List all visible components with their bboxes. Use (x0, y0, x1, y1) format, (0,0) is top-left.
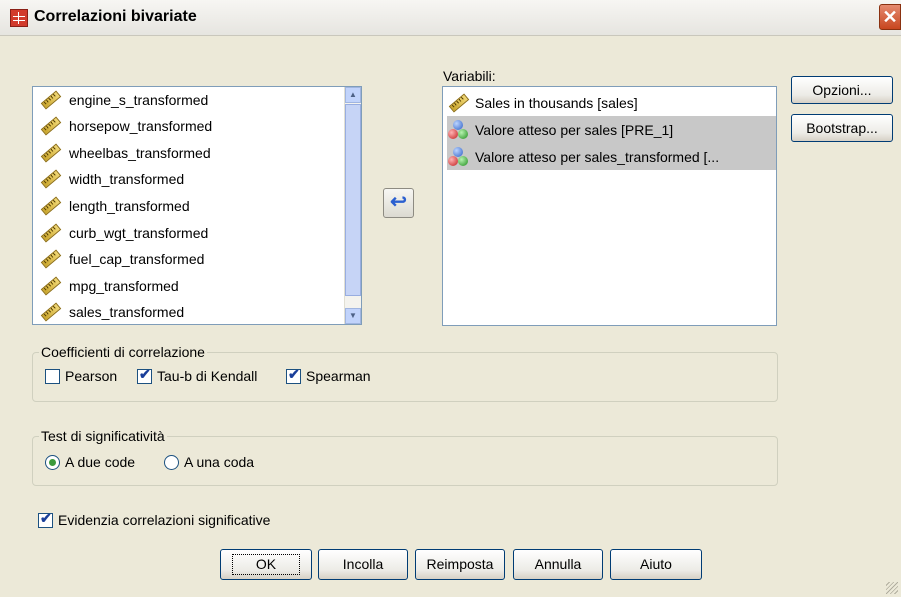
variables-list-item[interactable]: Sales in thousands [sales] (447, 89, 776, 116)
source-list-item[interactable]: wheelbas_transformed (39, 139, 211, 166)
flag-significant-label: Evidenzia correlazioni significative (58, 512, 271, 528)
variables-list-item[interactable]: Valore atteso per sales_transformed [... (447, 143, 776, 170)
kendall-checkbox[interactable] (137, 366, 152, 384)
source-variable-list[interactable]: engine_s_transformed horsepow_transformed… (32, 86, 362, 325)
ruler-icon (40, 196, 62, 216)
paste-button[interactable]: Incolla (318, 549, 408, 580)
ruler-icon (40, 143, 62, 163)
ruler-icon (40, 223, 62, 242)
kendall-option[interactable]: Tau-b di Kendall (137, 366, 258, 384)
reset-button[interactable]: Reimposta (415, 549, 505, 580)
ruler-icon (40, 302, 62, 322)
window-title: Correlazioni bivariate (34, 8, 197, 25)
ruler-icon (40, 90, 62, 109)
source-list-item-label: wheelbas_transformed (69, 144, 211, 161)
scroll-up-icon[interactable]: ▲ (345, 87, 361, 103)
correlation-coefficients-group: Coefficienti di correlazione Pearson Tau… (32, 344, 778, 402)
two-tailed-option[interactable]: A due code (45, 454, 135, 470)
one-tailed-radio[interactable] (164, 454, 179, 470)
correlation-legend: Coefficienti di correlazione (39, 344, 207, 360)
table-icon (10, 9, 28, 27)
spearman-checkbox[interactable] (286, 366, 301, 384)
source-list-item-label: engine_s_transformed (69, 91, 209, 108)
variables-label: Variabili: (443, 68, 496, 84)
variables-list-item-label: Valore atteso per sales [PRE_1] (475, 121, 674, 138)
ruler-icon (40, 249, 62, 269)
scroll-down-icon[interactable]: ▼ (345, 308, 361, 324)
kendall-label: Tau-b di Kendall (157, 368, 258, 384)
bootstrap-button-label: Bootstrap... (806, 120, 878, 136)
bootstrap-button[interactable]: Bootstrap... (791, 114, 893, 142)
cancel-button[interactable]: Annulla (513, 549, 603, 580)
ok-button[interactable]: OK (220, 549, 312, 580)
source-list-item-label: mpg_transformed (69, 277, 179, 294)
source-list-item[interactable]: horsepow_transformed (39, 113, 212, 140)
variables-list-item-label: Valore atteso per sales_transformed [... (475, 148, 720, 165)
ok-button-label: OK (228, 550, 304, 579)
arrow-left-icon: ↩ (390, 191, 407, 213)
source-list-item[interactable]: engine_s_transformed (39, 86, 208, 113)
dialog-body: engine_s_transformed horsepow_transformed… (0, 36, 901, 597)
source-list-item[interactable]: curb_wgt_transformed (39, 219, 208, 246)
close-button[interactable]: ✕ (879, 4, 901, 30)
spearman-option[interactable]: Spearman (286, 366, 371, 384)
variables-list[interactable]: Sales in thousands [sales] Valore atteso … (442, 86, 777, 326)
paste-button-label: Incolla (342, 556, 384, 572)
source-list-item-label: sales_transformed (69, 304, 185, 321)
spearman-label: Spearman (306, 368, 371, 384)
ruler-icon (40, 116, 62, 136)
one-tailed-option[interactable]: A una coda (164, 454, 254, 470)
source-list-scrollbar[interactable]: ▲ ▼ (344, 87, 361, 324)
pearson-checkbox[interactable] (45, 368, 60, 384)
pearson-label: Pearson (65, 368, 118, 384)
pearson-option[interactable]: Pearson (45, 368, 117, 384)
nominal-balls-icon (447, 146, 469, 167)
source-list-item-label: width_transformed (69, 171, 185, 188)
one-tailed-label: A una coda (184, 454, 255, 470)
source-list-item-label: fuel_cap_transformed (69, 251, 205, 268)
significance-legend: Test di significatività (39, 428, 167, 444)
help-button[interactable]: Aiuto (610, 549, 702, 580)
resize-grip[interactable] (886, 582, 898, 594)
source-list-item[interactable]: fuel_cap_transformed (39, 246, 204, 273)
source-list-item-label: length_transformed (69, 197, 190, 214)
ruler-icon (40, 169, 62, 189)
source-list-item[interactable]: mpg_transformed (39, 272, 179, 299)
title-bar[interactable]: Correlazioni bivariate ✕ (0, 0, 901, 36)
significance-test-group: Test di significatività A due code A una… (32, 428, 778, 486)
flag-significant-option[interactable]: Evidenzia correlazioni significative (38, 510, 271, 528)
source-list-item[interactable]: length_transformed (39, 192, 190, 219)
ruler-icon (40, 276, 62, 296)
ruler-icon (448, 93, 470, 112)
source-list-item-label: curb_wgt_transformed (69, 224, 209, 241)
options-button-label: Opzioni... (812, 82, 872, 98)
scroll-thumb[interactable] (345, 104, 361, 296)
source-list-item[interactable]: sales_transformed (39, 299, 184, 326)
two-tailed-label: A due code (65, 454, 136, 470)
two-tailed-radio[interactable] (45, 454, 60, 470)
cancel-button-label: Annulla (534, 556, 582, 572)
variables-list-item[interactable]: Valore atteso per sales [PRE_1] (447, 116, 776, 143)
source-list-item-label: horsepow_transformed (69, 118, 213, 135)
options-button[interactable]: Opzioni... (791, 76, 893, 104)
flag-significant-checkbox[interactable] (38, 510, 53, 528)
variables-list-item-label: Sales in thousands [sales] (475, 94, 638, 111)
move-variable-button[interactable]: ↩ (383, 188, 414, 218)
source-list-item[interactable]: width_transformed (39, 166, 184, 193)
reset-button-label: Reimposta (426, 556, 494, 572)
nominal-balls-icon (447, 119, 469, 140)
help-button-label: Aiuto (640, 556, 672, 572)
